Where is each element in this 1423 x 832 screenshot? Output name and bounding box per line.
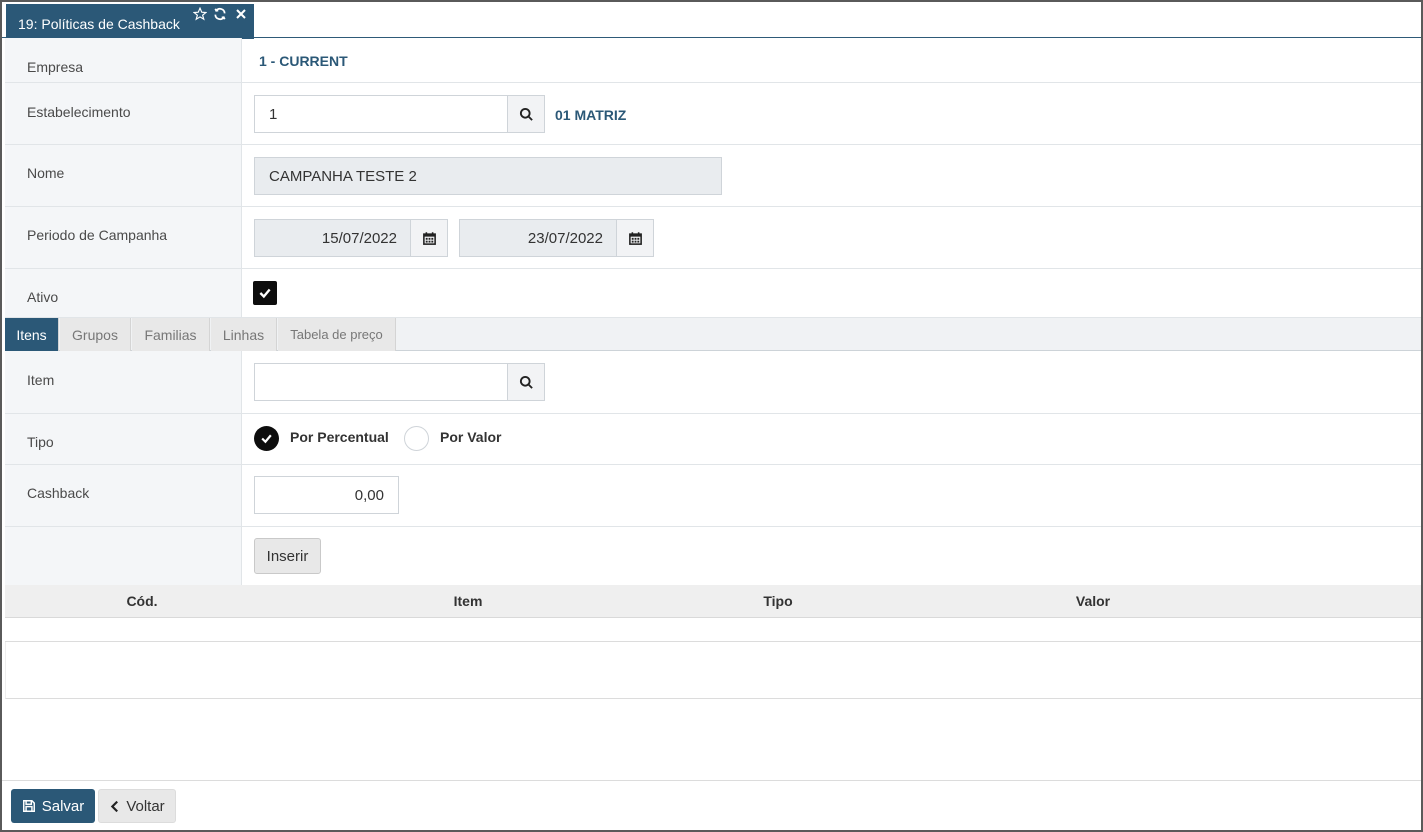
periodo-label: Periodo de Campanha: [27, 227, 168, 243]
cashback-label: Cashback: [27, 485, 90, 501]
column-header-cod[interactable]: Cód.: [126, 593, 157, 609]
table-header: Cód. Item Tipo Valor: [5, 585, 1421, 618]
footer-bar: Salvar Voltar: [2, 780, 1421, 830]
insert-button[interactable]: Inserir: [254, 538, 321, 574]
subtab-bar: Itens Grupos Familias Linhas Tabela de p…: [5, 317, 1421, 351]
column-header-valor[interactable]: Valor: [1076, 593, 1110, 609]
tipo-label: Tipo: [27, 434, 54, 450]
item-input[interactable]: [254, 363, 508, 401]
empresa-value: 1 - CURRENT: [259, 53, 348, 69]
nome-input[interactable]: CAMPANHA TESTE 2: [254, 157, 722, 195]
tab-bar: 19: Políticas de Cashback: [2, 2, 1421, 39]
search-icon: [519, 107, 533, 121]
search-icon: [519, 375, 533, 389]
label-cell: Item: [5, 351, 242, 413]
tab-familias[interactable]: Familias: [132, 318, 210, 351]
page-tab-title: 19: Políticas de Cashback: [18, 16, 180, 32]
table-row: [5, 618, 1421, 642]
ativo-checkbox[interactable]: [253, 281, 277, 305]
chevron-left-icon: [111, 800, 119, 812]
empresa-label: Empresa: [27, 59, 84, 75]
row-ativo: Ativo: [5, 269, 1421, 317]
radio-por-percentual[interactable]: [254, 426, 279, 451]
tab-linhas[interactable]: Linhas: [211, 318, 277, 351]
ativo-label: Ativo: [27, 289, 59, 305]
row-estabelecimento: Estabelecimento 1 01 MATRIZ: [5, 83, 1421, 145]
label-cell: Tipo: [5, 414, 242, 464]
label-cell: Cashback: [5, 465, 242, 526]
row-item: Item: [5, 351, 1421, 414]
star-icon[interactable]: [192, 6, 208, 22]
check-icon: [259, 288, 271, 299]
calendar-icon: [628, 231, 642, 245]
row-nome: Nome CAMPANHA TESTE 2: [5, 145, 1421, 207]
cashback-input[interactable]: 0,00: [254, 476, 399, 514]
close-icon[interactable]: [233, 6, 249, 22]
label-cell: Ativo: [5, 269, 242, 317]
tab-grupos[interactable]: Grupos: [60, 318, 131, 351]
refresh-icon[interactable]: [212, 6, 228, 22]
label-cell: [5, 527, 242, 585]
row-periodo: Periodo de Campanha 15/07/2022 23/07/202…: [5, 207, 1421, 269]
label-cell: Estabelecimento: [5, 83, 242, 144]
label-cell: Empresa: [5, 38, 242, 82]
label-cell: Nome: [5, 145, 242, 206]
radio-por-valor[interactable]: [404, 426, 429, 451]
row-inserir: [5, 527, 1421, 585]
calendar-icon: [422, 231, 436, 245]
back-button[interactable]: Voltar: [98, 789, 176, 823]
estabelecimento-description: 01 MATRIZ: [555, 107, 627, 123]
table-empty-area: [5, 642, 1421, 699]
check-icon: [261, 434, 272, 444]
page-tab[interactable]: 19: Políticas de Cashback: [6, 4, 254, 39]
radio-por-valor-label[interactable]: Por Valor: [440, 429, 501, 445]
row-tipo: Tipo Por Percentual Por Valor: [5, 414, 1421, 465]
estabelecimento-label: Estabelecimento: [27, 104, 131, 120]
periodo-start-input[interactable]: 15/07/2022: [254, 219, 412, 257]
estabelecimento-input[interactable]: 1: [254, 95, 508, 133]
periodo-end-input[interactable]: 23/07/2022: [459, 219, 618, 257]
periodo-start-calendar-button[interactable]: [410, 219, 448, 257]
row-empresa: Empresa 1 - CURRENT: [5, 38, 1421, 83]
floppy-icon: [22, 800, 35, 812]
item-label: Item: [27, 372, 55, 388]
radio-por-percentual-label[interactable]: Por Percentual: [290, 429, 389, 445]
tab-tabela-de-preco[interactable]: Tabela de preço: [278, 318, 396, 351]
item-search-button[interactable]: [507, 363, 545, 401]
column-header-tipo[interactable]: Tipo: [763, 593, 792, 609]
nome-label: Nome: [27, 165, 65, 181]
estabelecimento-search-button[interactable]: [507, 95, 545, 133]
save-button-label: Salvar: [41, 797, 85, 815]
back-button-label: Voltar: [126, 797, 165, 815]
row-cashback: Cashback 0,00: [5, 465, 1421, 527]
tab-itens[interactable]: Itens: [5, 318, 59, 351]
periodo-end-calendar-button[interactable]: [616, 219, 654, 257]
save-button[interactable]: Salvar: [11, 789, 95, 823]
column-header-item[interactable]: Item: [454, 593, 483, 609]
label-cell: Periodo de Campanha: [5, 207, 242, 268]
